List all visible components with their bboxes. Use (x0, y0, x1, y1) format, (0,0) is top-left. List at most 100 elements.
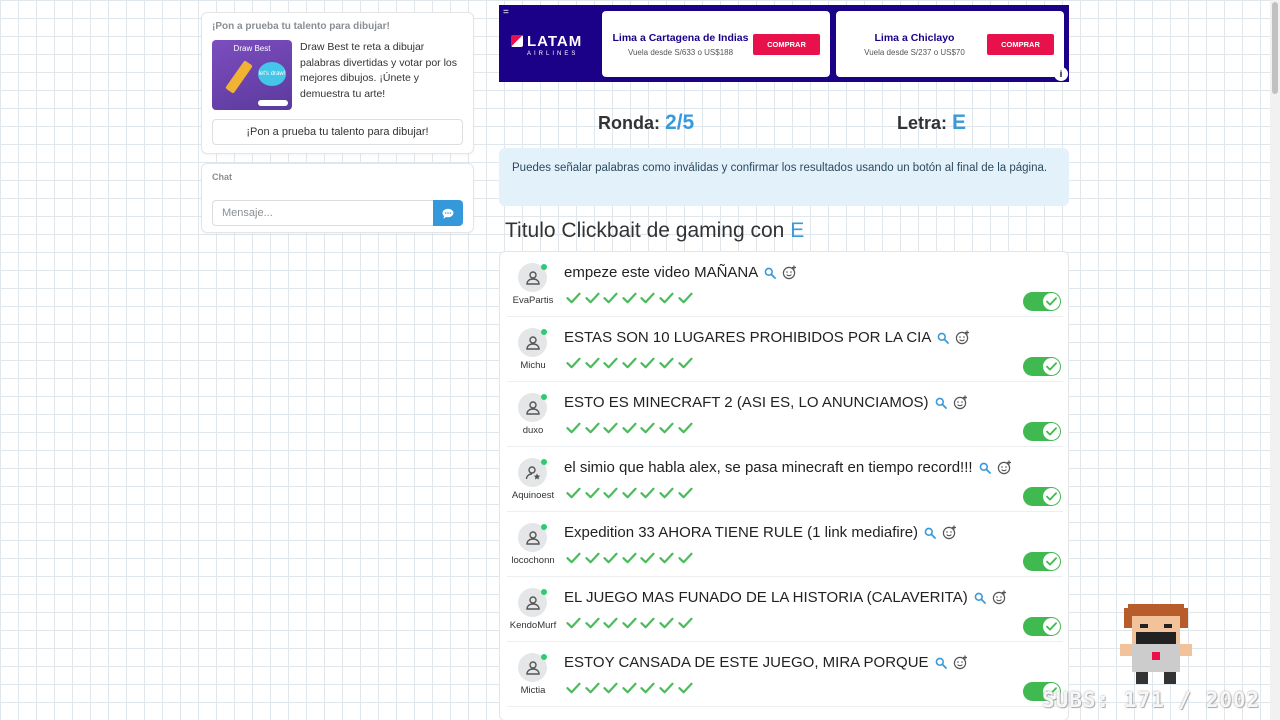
vote-check-icon[interactable] (677, 617, 693, 629)
add-reaction-icon[interactable] (782, 265, 797, 280)
vote-check-icon[interactable] (566, 617, 581, 629)
answer-text: ESTAS SON 10 LUGARES PROHIBIDOS POR LA C… (564, 329, 932, 346)
vote-check-icon[interactable] (659, 292, 674, 304)
search-icon[interactable] (974, 592, 986, 604)
user-icon (525, 270, 540, 285)
vote-check-icon[interactable] (603, 552, 618, 564)
vote-check-icon[interactable] (659, 487, 674, 499)
vote-check-icon[interactable] (566, 292, 581, 304)
add-reaction-icon[interactable] (992, 590, 1007, 605)
vote-check-icon[interactable] (622, 292, 637, 304)
search-icon[interactable] (764, 267, 777, 279)
add-reaction-icon[interactable] (955, 330, 970, 345)
vote-check-icon[interactable] (677, 682, 693, 694)
add-reaction-icon[interactable] (953, 655, 968, 670)
vote-check-icon[interactable] (640, 552, 655, 564)
vote-check-icon[interactable] (566, 357, 581, 369)
vote-check-icon[interactable] (584, 422, 600, 434)
vote-check-icon[interactable] (622, 682, 637, 694)
vote-check-icon[interactable] (640, 292, 655, 304)
search-icon[interactable] (924, 527, 936, 539)
vote-check-icon[interactable] (659, 357, 674, 369)
answer-valid-toggle[interactable] (1023, 617, 1061, 636)
answer-row: EvaPartis empeze este video MAÑANA (507, 252, 1063, 317)
ad-menu-icon[interactable]: = (503, 7, 509, 18)
vote-check-icon[interactable] (640, 487, 655, 499)
vote-check-icon[interactable] (640, 422, 655, 434)
vote-check-icon[interactable] (677, 422, 693, 434)
vote-check-icon[interactable] (603, 617, 618, 629)
vote-check-icon[interactable] (640, 682, 655, 694)
letter-indicator: Letra: E (897, 111, 966, 135)
round-indicator: Ronda: 2/5 (598, 111, 694, 135)
vote-check-icon[interactable] (584, 552, 600, 564)
vote-checks (566, 487, 693, 499)
answer-row: Mictia ESTOY CANSADA DE ESTE JUEGO, MIRA … (507, 642, 1063, 707)
search-icon[interactable] (935, 657, 947, 669)
vote-check-icon[interactable] (659, 422, 674, 434)
answer-valid-toggle[interactable] (1023, 487, 1061, 506)
vote-check-icon[interactable] (603, 357, 618, 369)
answer-row: Michu ESTAS SON 10 LUGARES PROHIBIDOS POR… (507, 317, 1063, 382)
vote-check-icon[interactable] (622, 617, 637, 629)
vote-checks (566, 292, 693, 304)
ad-buy-button[interactable]: COMPRAR (753, 33, 820, 55)
chat-message-input[interactable] (212, 200, 433, 226)
vote-check-icon[interactable] (603, 422, 618, 434)
add-reaction-icon[interactable] (942, 525, 957, 540)
ad-offer-route: Lima a Chiclayo (874, 31, 955, 44)
vote-check-icon[interactable] (677, 487, 693, 499)
answer-username: Mictia (520, 685, 546, 696)
vote-check-icon[interactable] (584, 292, 600, 304)
latam-logo: LATAM AIRLINES (511, 33, 582, 57)
add-reaction-icon[interactable] (953, 395, 968, 410)
chat-send-button[interactable] (433, 200, 463, 226)
answer-valid-toggle[interactable] (1023, 552, 1061, 571)
vote-check-icon[interactable] (622, 487, 637, 499)
vote-check-icon[interactable] (603, 292, 618, 304)
vote-check-icon[interactable] (677, 552, 693, 564)
vote-check-icon[interactable] (659, 552, 674, 564)
vote-check-icon[interactable] (622, 357, 637, 369)
vote-check-icon[interactable] (603, 682, 618, 694)
vote-check-icon[interactable] (622, 422, 637, 434)
answer-valid-toggle[interactable] (1023, 292, 1061, 311)
ad-offer-card[interactable]: Lima a Cartagena de Indias Vuela desde S… (602, 11, 830, 77)
vote-check-icon[interactable] (659, 682, 674, 694)
answer-text: ESTOY CANSADA DE ESTE JUEGO, MIRA PORQUE (564, 654, 929, 671)
search-icon[interactable] (935, 397, 947, 409)
vote-check-icon[interactable] (584, 487, 600, 499)
vote-check-icon[interactable] (659, 617, 674, 629)
ad-buy-button[interactable]: COMPRAR (987, 33, 1054, 55)
vote-check-icon[interactable] (566, 552, 581, 564)
draw-best-image[interactable]: Draw Best let's draw! (212, 40, 292, 110)
toggle-knob (1043, 618, 1060, 635)
vote-check-icon[interactable] (640, 617, 655, 629)
vote-check-icon[interactable] (677, 292, 693, 304)
search-icon[interactable] (979, 462, 991, 474)
page-scrollbar[interactable] (1270, 0, 1280, 720)
answer-valid-toggle[interactable] (1023, 422, 1061, 441)
promo-cta-button[interactable]: ¡Pon a prueba tu talento para dibujar! (212, 119, 463, 145)
vote-check-icon[interactable] (566, 487, 581, 499)
category-title: Titulo Clickbait de gaming con E (505, 219, 804, 243)
vote-check-icon[interactable] (622, 552, 637, 564)
vote-check-icon[interactable] (584, 682, 600, 694)
vote-check-icon[interactable] (640, 357, 655, 369)
vote-check-icon[interactable] (603, 487, 618, 499)
ad-offer-card[interactable]: Lima a Chiclayo Vuela desde S/237 o US$7… (836, 11, 1064, 77)
ad-info-icon[interactable]: i (1054, 67, 1068, 81)
answer-valid-toggle[interactable] (1023, 357, 1061, 376)
vote-check-icon[interactable] (584, 357, 600, 369)
vote-check-icon[interactable] (566, 682, 581, 694)
scrollbar-thumb[interactable] (1272, 2, 1278, 94)
vote-check-icon[interactable] (566, 422, 581, 434)
vote-check-icon[interactable] (584, 617, 600, 629)
add-reaction-icon[interactable] (997, 460, 1012, 475)
vote-check-icon[interactable] (677, 357, 693, 369)
answer-row: KendoMurf EL JUEGO MAS FUNADO DE LA HISTO… (507, 577, 1063, 642)
ad-banner[interactable]: = LATAM AIRLINES Lima a Cartagena de Ind… (499, 5, 1069, 82)
search-icon[interactable] (937, 332, 950, 344)
promo-description: Draw Best te reta a dibujar palabras div… (300, 41, 457, 100)
answer-row: Aquinoest el simio que habla alex, se pas… (507, 447, 1063, 512)
